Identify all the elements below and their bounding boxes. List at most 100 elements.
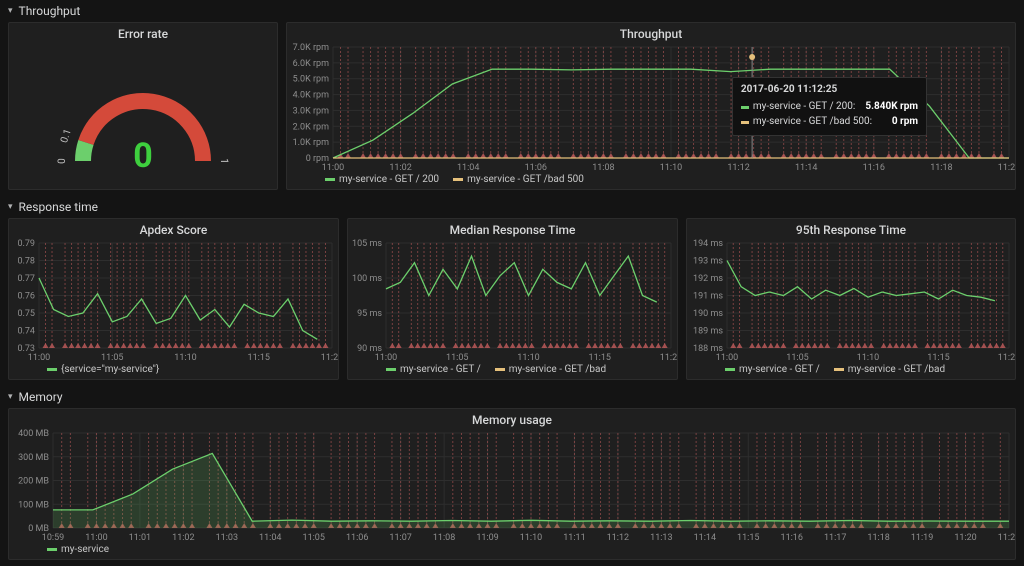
row-title-memory: Memory xyxy=(19,390,63,404)
svg-text:194 ms: 194 ms xyxy=(693,239,723,249)
chevron-down-icon: ▾ xyxy=(8,6,13,16)
svg-text:11:12: 11:12 xyxy=(607,533,629,542)
svg-text:400 MB: 400 MB xyxy=(18,429,49,439)
svg-text:0.79: 0.79 xyxy=(17,239,35,249)
svg-text:11:15: 11:15 xyxy=(248,353,270,362)
svg-text:0.78: 0.78 xyxy=(17,257,35,267)
svg-text:11:15: 11:15 xyxy=(737,533,759,542)
legend: my-service - GET / 200my-service - GET /… xyxy=(287,172,1015,189)
svg-text:0: 0 xyxy=(133,136,153,176)
svg-text:190 ms: 190 ms xyxy=(693,309,723,319)
svg-text:11:00: 11:00 xyxy=(716,353,738,362)
panel-error-rate[interactable]: Error rate 00.110 xyxy=(8,22,278,190)
legend: {service="my-service"} xyxy=(9,362,338,379)
throughput-chart: 0 rpm1.0K rpm2.0K rpm3.0K rpm4.0K rpm5.0… xyxy=(287,43,1015,172)
svg-text:11:11: 11:11 xyxy=(563,533,585,542)
svg-text:10:59: 10:59 xyxy=(42,533,64,542)
svg-text:11:20: 11:20 xyxy=(998,353,1015,362)
svg-text:11:17: 11:17 xyxy=(824,533,846,542)
svg-text:4.0K rpm: 4.0K rpm xyxy=(293,91,329,101)
svg-text:11:10: 11:10 xyxy=(660,163,682,172)
svg-text:0.76: 0.76 xyxy=(17,292,35,302)
svg-text:3.0K rpm: 3.0K rpm xyxy=(293,106,329,116)
svg-text:1.0K rpm: 1.0K rpm xyxy=(293,138,329,148)
svg-text:0: 0 xyxy=(57,158,68,164)
svg-text:11:19: 11:19 xyxy=(911,533,933,542)
svg-text:11:10: 11:10 xyxy=(517,353,539,362)
svg-text:7.0K rpm: 7.0K rpm xyxy=(293,43,329,53)
legend: my-service - GET /my-service - GET /bad xyxy=(687,362,1015,379)
svg-text:11:18: 11:18 xyxy=(930,163,952,172)
svg-text:11:04: 11:04 xyxy=(259,533,281,542)
svg-text:11:08: 11:08 xyxy=(592,163,614,172)
svg-text:11:05: 11:05 xyxy=(101,353,123,362)
svg-text:11:08: 11:08 xyxy=(433,533,455,542)
svg-text:11:00: 11:00 xyxy=(375,353,397,362)
row-toggle-response[interactable]: ▾ Response time xyxy=(0,196,1024,218)
panel-title: Median Response Time xyxy=(348,219,677,239)
svg-text:11:14: 11:14 xyxy=(694,533,716,542)
svg-text:11:05: 11:05 xyxy=(786,353,808,362)
svg-text:11:13: 11:13 xyxy=(650,533,672,542)
svg-text:11:10: 11:10 xyxy=(520,533,542,542)
svg-text:11:14: 11:14 xyxy=(795,163,817,172)
svg-text:11:21: 11:21 xyxy=(998,533,1015,542)
row-title-throughput: Throughput xyxy=(19,4,81,18)
svg-text:1: 1 xyxy=(218,158,229,164)
row-toggle-throughput[interactable]: ▾ Throughput xyxy=(0,0,1024,22)
svg-text:2.0K rpm: 2.0K rpm xyxy=(293,122,329,132)
svg-text:192 ms: 192 ms xyxy=(693,274,723,284)
chevron-down-icon: ▾ xyxy=(8,202,13,212)
svg-text:11:02: 11:02 xyxy=(389,163,411,172)
svg-text:189 ms: 189 ms xyxy=(693,327,723,337)
svg-text:100 MB: 100 MB xyxy=(18,500,49,510)
svg-text:11:20: 11:20 xyxy=(321,353,338,362)
svg-text:95 ms: 95 ms xyxy=(357,309,382,319)
svg-text:11:12: 11:12 xyxy=(727,163,749,172)
svg-text:11:01: 11:01 xyxy=(129,533,151,542)
svg-text:11:20: 11:20 xyxy=(954,533,976,542)
svg-text:6.0K rpm: 6.0K rpm xyxy=(293,59,329,69)
svg-text:11:20: 11:20 xyxy=(660,353,677,362)
panel-median[interactable]: Median Response Time 90 ms95 ms100 ms105… xyxy=(347,218,678,380)
gauge-chart: 0 0.1 1 0 xyxy=(33,51,253,181)
svg-text:0.1: 0.1 xyxy=(59,128,74,145)
svg-text:191 ms: 191 ms xyxy=(693,292,723,302)
svg-text:5.0K rpm: 5.0K rpm xyxy=(293,75,329,85)
svg-text:11:06: 11:06 xyxy=(346,533,368,542)
svg-text:105 ms: 105 ms xyxy=(352,239,382,249)
svg-text:11:04: 11:04 xyxy=(457,163,479,172)
svg-text:11:10: 11:10 xyxy=(857,353,879,362)
svg-text:11:00: 11:00 xyxy=(28,353,50,362)
svg-text:193 ms: 193 ms xyxy=(693,257,723,267)
panel-title: Throughput xyxy=(287,23,1015,43)
row-toggle-memory[interactable]: ▾ Memory xyxy=(0,386,1024,408)
svg-text:11:00: 11:00 xyxy=(322,163,344,172)
svg-text:11:09: 11:09 xyxy=(476,533,498,542)
legend: my-service - GET /my-service - GET /bad xyxy=(348,362,677,379)
chevron-down-icon: ▾ xyxy=(8,392,13,402)
svg-text:11:16: 11:16 xyxy=(781,533,803,542)
panel-title: Apdex Score xyxy=(9,219,338,239)
panel-apdex[interactable]: Apdex Score 0.730.740.750.760.770.780.79… xyxy=(8,218,339,380)
svg-text:11:06: 11:06 xyxy=(525,163,547,172)
panel-memory[interactable]: Memory usage 0 MB100 MB200 MB300 MB400 M… xyxy=(8,408,1016,560)
row-title-response: Response time xyxy=(19,200,98,214)
panel-title: Memory usage xyxy=(9,409,1015,429)
svg-text:11:20: 11:20 xyxy=(998,163,1015,172)
memory-chart: 0 MB100 MB200 MB300 MB400 MB10:5911:0011… xyxy=(9,429,1015,542)
svg-text:11:05: 11:05 xyxy=(446,353,468,362)
p95-chart: 188 ms189 ms190 ms191 ms192 ms193 ms194 … xyxy=(687,239,1015,362)
svg-text:11:07: 11:07 xyxy=(389,533,411,542)
svg-text:200 MB: 200 MB xyxy=(18,477,49,487)
svg-text:11:18: 11:18 xyxy=(867,533,889,542)
panel-p95[interactable]: 95th Response Time 188 ms189 ms190 ms191… xyxy=(686,218,1016,380)
svg-text:11:03: 11:03 xyxy=(216,533,238,542)
svg-text:0.74: 0.74 xyxy=(17,327,35,337)
svg-text:0.75: 0.75 xyxy=(17,309,35,319)
median-chart: 90 ms95 ms100 ms105 ms11:0011:0511:1011:… xyxy=(348,239,677,362)
svg-text:11:10: 11:10 xyxy=(174,353,196,362)
apdex-chart: 0.730.740.750.760.770.780.7911:0011:0511… xyxy=(9,239,338,362)
panel-throughput[interactable]: Throughput 0 rpm1.0K rpm2.0K rpm3.0K rpm… xyxy=(286,22,1016,190)
svg-text:11:00: 11:00 xyxy=(85,533,107,542)
